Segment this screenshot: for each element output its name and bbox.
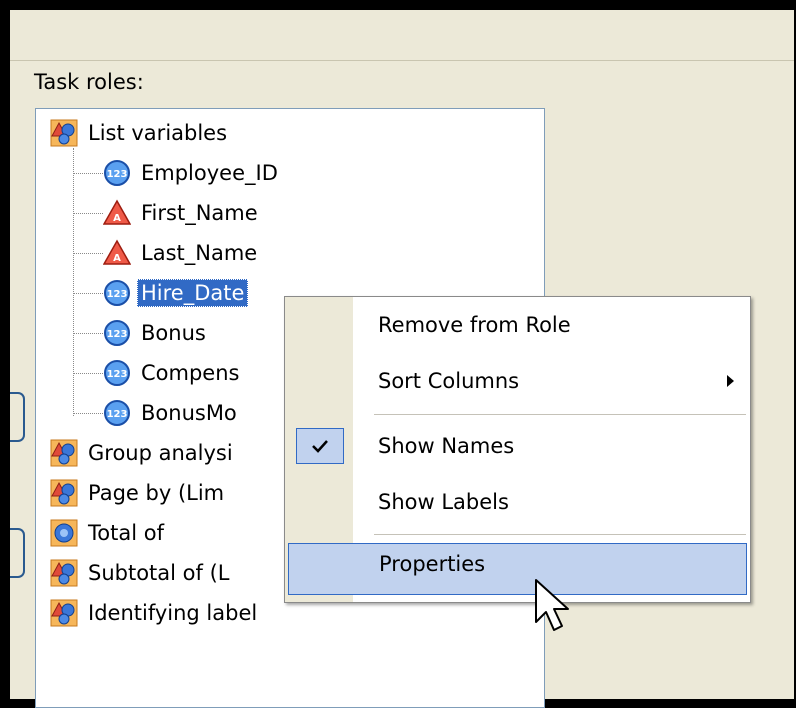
menu-item-show-names[interactable]: Show Names xyxy=(285,420,750,472)
role-group-icon xyxy=(50,119,78,147)
character-variable-icon: A xyxy=(103,239,131,265)
svg-text:A: A xyxy=(113,213,121,224)
role-group-icon xyxy=(50,599,78,627)
menu-item-label: Sort Columns xyxy=(378,369,520,393)
menu-item-label: Properties xyxy=(379,552,486,576)
task-roles-dialog: Task roles: List variables 123 Employee_… xyxy=(0,0,796,708)
tree-item-label: List variables xyxy=(88,121,228,145)
menu-separator xyxy=(374,534,746,535)
tree-item-label: Hire_Date xyxy=(137,279,249,307)
tree-item-label: BonusMo xyxy=(141,401,237,425)
svg-text:123: 123 xyxy=(107,369,128,380)
menu-separator xyxy=(374,414,746,415)
role-group-icon xyxy=(50,559,78,587)
mouse-cursor-icon xyxy=(535,579,569,631)
numeric-variable-icon: 123 xyxy=(104,280,130,306)
tree-connector xyxy=(73,213,103,214)
tree-connector xyxy=(73,333,103,334)
role-group-icon xyxy=(50,439,78,467)
numeric-variable-icon: 123 xyxy=(104,160,130,186)
menu-item-label: Show Labels xyxy=(378,490,509,514)
tree-connector xyxy=(73,293,103,294)
tree-item-list-variables[interactable]: List variables xyxy=(50,116,231,150)
tree-item-first-name[interactable]: A First_Name xyxy=(103,196,262,230)
numeric-role-icon xyxy=(50,519,78,547)
menu-item-label: Remove from Role xyxy=(378,313,571,337)
svg-text:A: A xyxy=(113,253,121,264)
menu-item-remove-from-role[interactable]: Remove from Role xyxy=(285,299,750,351)
tree-connector xyxy=(73,173,103,174)
menu-item-label: Show Names xyxy=(378,434,515,458)
tree-item-label: Compens xyxy=(141,361,240,385)
tree-item-label: Bonus xyxy=(141,321,206,345)
checkmark-icon xyxy=(296,428,344,464)
header-divider xyxy=(10,60,794,61)
splitter-tab-lower[interactable] xyxy=(10,528,25,578)
tree-item-subtotal-of[interactable]: Subtotal of (L xyxy=(50,556,233,590)
menu-item-properties[interactable]: Properties xyxy=(288,543,747,595)
svg-text:123: 123 xyxy=(107,169,128,180)
tree-connector xyxy=(73,373,103,374)
tree-connector xyxy=(73,253,103,254)
svg-text:123: 123 xyxy=(107,409,128,420)
tree-item-bonus[interactable]: 123 Bonus xyxy=(103,316,210,350)
numeric-variable-icon: 123 xyxy=(104,360,130,386)
tree-item-label: Employee_ID xyxy=(141,161,278,185)
svg-text:123: 123 xyxy=(107,289,128,300)
tree-item-label: Group analysi xyxy=(88,441,233,465)
numeric-variable-icon: 123 xyxy=(104,400,130,426)
tree-item-page-by[interactable]: Page by (Lim xyxy=(50,476,228,510)
tree-item-label: First_Name xyxy=(141,201,258,225)
tree-item-compensation[interactable]: 123 Compens xyxy=(103,356,243,390)
character-variable-icon: A xyxy=(103,199,131,225)
role-group-icon xyxy=(50,479,78,507)
tree-connector xyxy=(73,413,103,414)
tree-item-last-name[interactable]: A Last_Name xyxy=(103,236,261,270)
splitter-tab-upper[interactable] xyxy=(10,392,25,442)
menu-item-show-labels[interactable]: Show Labels xyxy=(285,476,750,528)
tree-item-hire-date[interactable]: 123 Hire_Date xyxy=(103,276,249,310)
tree-item-label: Page by (Lim xyxy=(88,481,225,505)
menu-item-sort-columns[interactable]: Sort Columns xyxy=(285,355,750,407)
tree-connector-line xyxy=(73,148,74,416)
svg-text:123: 123 xyxy=(107,329,128,340)
tree-item-label: Subtotal of (L xyxy=(88,561,230,585)
chevron-right-icon xyxy=(727,375,734,387)
context-menu: Remove from Role Sort Columns Show Names… xyxy=(284,296,751,603)
tree-item-group-analysis[interactable]: Group analysi xyxy=(50,436,237,470)
task-roles-label: Task roles: xyxy=(34,70,144,94)
tree-item-identifying-label[interactable]: Identifying label xyxy=(50,596,261,630)
tree-item-label: Total of xyxy=(88,521,164,545)
tree-item-bonus-month[interactable]: 123 BonusMo xyxy=(103,396,241,430)
tree-item-label: Last_Name xyxy=(141,241,258,265)
tree-item-total-of[interactable]: Total of xyxy=(50,516,168,550)
tree-item-label: Identifying label xyxy=(88,601,258,625)
tree-item-employee-id[interactable]: 123 Employee_ID xyxy=(103,156,282,190)
numeric-variable-icon: 123 xyxy=(104,320,130,346)
